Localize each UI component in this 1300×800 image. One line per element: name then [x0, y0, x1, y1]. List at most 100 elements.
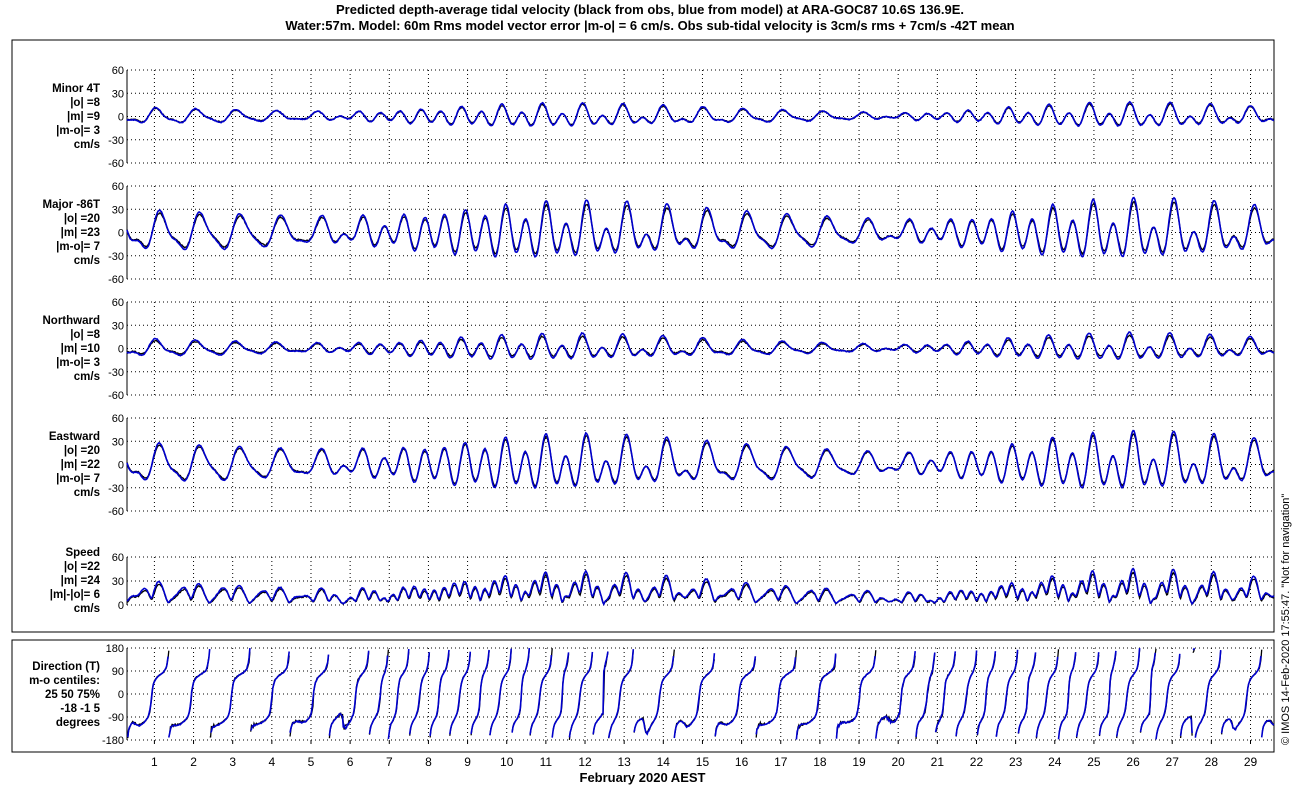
y-tick-label: 60	[112, 65, 124, 77]
panel-label-line: Northward	[42, 315, 101, 327]
panel-label-line: cm/s	[73, 603, 100, 615]
panel-label-line: |m| =23	[60, 227, 100, 239]
y-tick-label: -60	[108, 506, 124, 518]
panel-label-line: Speed	[65, 547, 100, 559]
y-tick-label: 60	[112, 181, 124, 193]
x-tick-label: 7	[386, 755, 393, 769]
y-tick-label: -60	[108, 274, 124, 286]
panel-label-line: |m-o|= 3	[56, 357, 100, 369]
panel-label-line: Major -86T	[42, 199, 100, 211]
panel-label-line: -18 -1 5	[60, 703, 100, 715]
x-tick-label: 24	[1048, 755, 1062, 769]
panel-label-speed: Speed |o| =22 |m| =24 |m|-|o|= 6 cm/s	[10, 546, 100, 616]
y-tick-label: 30	[112, 88, 124, 100]
direction-frame	[11, 639, 1275, 753]
panel-label-line: cm/s	[73, 255, 100, 267]
panel-label-line: 25 50 75%	[45, 689, 100, 701]
tidal-plot: 60300-30-6060300-30-6060300-30-6060300-3…	[11, 39, 1275, 769]
x-tick-label: 21	[931, 755, 945, 769]
x-tick-label: 2	[190, 755, 197, 769]
x-tick-label: 26	[1126, 755, 1140, 769]
x-tick-label: 12	[578, 755, 592, 769]
x-tick-label: 23	[1009, 755, 1023, 769]
panel-label-line: Minor 4T	[52, 83, 100, 95]
panel-label-line: |m|-|o|= 6	[49, 589, 100, 601]
panel-label-line: Direction (T)	[32, 661, 100, 673]
x-tick-label: 9	[464, 755, 471, 769]
panel-label-line: |m-o|= 3	[56, 125, 100, 137]
panel-label-line: |o| =22	[63, 561, 100, 573]
x-tick-label: 10	[500, 755, 514, 769]
y-tick-label: 30	[112, 436, 124, 448]
panel-label-north: Northward |o| =8 |m| =10 |m-o|= 3 cm/s	[10, 314, 101, 384]
x-tick-label: 19	[852, 755, 866, 769]
x-tick-label: 1	[151, 755, 158, 769]
y-tick-label: 180	[106, 643, 124, 655]
y-tick-label: -60	[108, 158, 124, 170]
x-tick-label: 11	[540, 755, 553, 769]
y-tick-label: 30	[112, 320, 124, 332]
panel-label-line: |m| =10	[60, 343, 100, 355]
panel-label-line: |m-o|= 7	[56, 473, 100, 485]
y-tick-label: 0	[118, 344, 124, 356]
x-tick-label: 16	[735, 755, 749, 769]
y-tick-label: 90	[112, 666, 124, 678]
x-tick-label: 25	[1087, 755, 1101, 769]
x-tick-label: 8	[425, 755, 432, 769]
x-tick-label: 22	[970, 755, 984, 769]
y-tick-label: 0	[118, 600, 124, 612]
panel-label-dir: Direction (T) m-o centiles: 25 50 75% -18 -…	[10, 660, 100, 730]
model-series-east	[126, 429, 1275, 490]
x-tick-label: 6	[347, 755, 354, 769]
x-tick-label: 29	[1244, 755, 1258, 769]
panel-label-minor: Minor 4T |o| =8 |m| =9 |m-o|= 3 cm/s	[10, 82, 100, 152]
panel-label-line: |o| =20	[63, 213, 100, 225]
upper-frame	[11, 39, 1275, 633]
panel-label-line: |m| =9	[67, 111, 100, 123]
x-axis-label: February 2020 AEST	[579, 770, 706, 785]
y-tick-label: 60	[112, 413, 124, 425]
panel-label-line: |m-o|= 7	[56, 241, 100, 253]
panel-label-line: degrees	[55, 717, 100, 729]
panel-label-line: cm/s	[73, 139, 100, 151]
x-tick-label: 13	[617, 755, 631, 769]
y-tick-label: -60	[108, 390, 124, 402]
panel-label-line: |m| =22	[60, 459, 100, 471]
panel-label-line: |o| =20	[63, 445, 100, 457]
y-tick-label: -30	[108, 135, 124, 147]
x-tick-label: 28	[1205, 755, 1219, 769]
model-series-speed	[126, 567, 1275, 607]
y-tick-label: 60	[112, 297, 124, 309]
model-series-major	[126, 196, 1274, 258]
x-tick-label: 4	[268, 755, 275, 769]
panel-label-line: Eastward	[48, 431, 100, 443]
y-tick-label: -90	[108, 712, 124, 724]
y-tick-label: 0	[118, 112, 124, 124]
panel-label-line: |o| =8	[70, 329, 100, 341]
x-tick-label: 15	[696, 755, 710, 769]
panel-label-line: m-o centiles:	[29, 675, 100, 687]
y-tick-label: 0	[118, 228, 124, 240]
y-tick-label: 30	[112, 576, 124, 588]
y-tick-label: 30	[112, 204, 124, 216]
x-tick-label: 14	[657, 755, 671, 769]
x-tick-label: 18	[813, 755, 827, 769]
panel-label-line: |o| =8	[70, 97, 100, 109]
credit-text: © IMOS 14-Feb-2020 17:55:47. "Not for na…	[1280, 493, 1292, 745]
panel-label-line: cm/s	[73, 487, 100, 499]
y-tick-label: 60	[112, 552, 124, 564]
x-tick-label: 20	[892, 755, 906, 769]
y-tick-label: 0	[118, 689, 124, 701]
x-tick-label: 27	[1166, 755, 1180, 769]
x-tick-label: 3	[229, 755, 236, 769]
y-tick-label: 0	[118, 460, 124, 472]
x-tick-label: 5	[308, 755, 315, 769]
y-tick-label: -30	[108, 251, 124, 263]
x-tick-label: 17	[774, 755, 788, 769]
y-tick-label: -30	[108, 367, 124, 379]
panel-label-line: |m| =24	[60, 575, 100, 587]
panel-label-major: Major -86T |o| =20 |m| =23 |m-o|= 7 cm/s	[10, 198, 100, 268]
panel-label-east: Eastward |o| =20 |m| =22 |m-o|= 7 cm/s	[10, 430, 100, 500]
panel-label-line: cm/s	[73, 371, 100, 383]
y-tick-label: -30	[108, 483, 124, 495]
